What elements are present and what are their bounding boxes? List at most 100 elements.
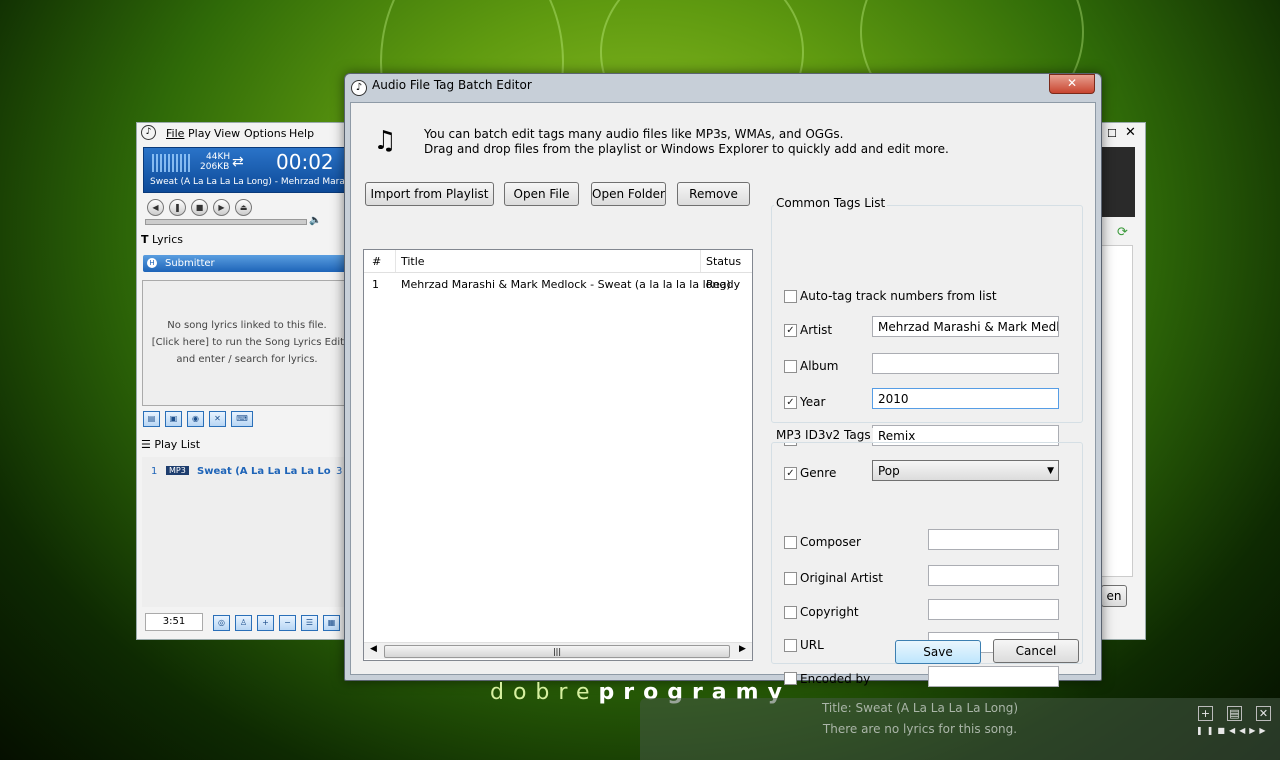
original-artist-checkbox[interactable] [784, 572, 797, 585]
lyrics-line[interactable]: [Click here] to run the Song Lyrics Edit… [143, 337, 363, 348]
spectrum-icon [152, 154, 192, 172]
partial-button[interactable]: en [1101, 585, 1127, 607]
year-field[interactable]: 2010 [872, 388, 1059, 409]
list-button[interactable]: ☰ [301, 615, 318, 631]
mini-controls[interactable]: ❚❚■◀◀▶▶ [1196, 726, 1270, 735]
dark-panel [1101, 147, 1135, 217]
menu-file[interactable]: File [166, 127, 184, 140]
lyrics-line: No song lyrics linked to this file. [167, 320, 327, 331]
playlist-tool-button[interactable]: ♙ [235, 615, 252, 631]
cancel-button[interactable]: Cancel [993, 639, 1079, 663]
encoded-by-field[interactable] [928, 666, 1059, 687]
lyrics-tool-button[interactable]: ◉ [187, 411, 204, 427]
elapsed-time: 00:02 [276, 150, 334, 174]
background-window: ☐ ✕ ⟳ en [1100, 122, 1146, 640]
lyrics-box[interactable]: No song lyrics linked to this file. [Cli… [142, 280, 354, 406]
menu-view[interactable]: View [214, 127, 240, 140]
grid-button[interactable]: ▦ [323, 615, 340, 631]
music-note-icon: ♪ [351, 80, 367, 96]
lyrics-tool-button[interactable]: ✕ [209, 411, 226, 427]
scroll-left-icon[interactable]: ◀ [370, 644, 377, 654]
original-artist-field[interactable] [928, 565, 1059, 586]
volume-icon[interactable]: 🔈 [309, 215, 321, 226]
file-list[interactable]: # Title Status 1 Mehrzad Marashi & Mark … [363, 249, 753, 661]
remove-file-button[interactable]: Remove [677, 182, 750, 206]
seek-bar[interactable] [145, 219, 307, 225]
scroll-thumb[interactable]: ||| [384, 645, 730, 658]
artist-checkbox[interactable]: ✓ [784, 324, 797, 337]
autotag-checkbox[interactable] [784, 290, 797, 303]
scroll-right-icon[interactable]: ▶ [739, 644, 746, 654]
col-title-header[interactable]: Title [401, 255, 425, 268]
pin-icon[interactable]: + [1198, 706, 1213, 721]
add-button[interactable]: + [257, 615, 274, 631]
composer-checkbox[interactable] [784, 536, 797, 549]
list-header: # Title Status [364, 250, 752, 273]
window-icon[interactable]: ▤ [1227, 706, 1242, 721]
row-title: Mehrzad Marashi & Mark Medlock - Sweat (… [401, 278, 731, 291]
playlist-header-label: Play List [154, 438, 201, 451]
save-button-main[interactable]: Save [895, 640, 981, 664]
prev-button[interactable]: ◀ [147, 199, 164, 216]
refresh-icon[interactable]: ⟳ [1117, 225, 1128, 240]
close-icon[interactable]: ✕ [1256, 706, 1271, 721]
playlist: 1 MP3 Sweat (A La La La La Lo 3 [142, 457, 350, 607]
maximize-icon[interactable]: ☐ [1107, 127, 1117, 140]
brand-light: dobre [490, 680, 599, 705]
notification-message: There are no lyrics for this song. [822, 722, 1018, 736]
col-status-header[interactable]: Status [706, 255, 741, 268]
pause-button[interactable]: ❚ [169, 199, 186, 216]
lyrics-tool-button[interactable]: ▤ [143, 411, 160, 427]
playlist-section-header: ☰ Play List [141, 438, 200, 451]
player-window: ♪ File Play View Options Help 44KH 206KB… [136, 122, 354, 640]
lyrics-header-label: Lyrics [152, 233, 184, 246]
lyrics-line: and enter / search for lyrics. [176, 354, 318, 365]
eject-button[interactable]: ⏏ [235, 199, 252, 216]
playlist-item-num: 1 [151, 466, 158, 477]
playlist-item-title[interactable]: Sweat (A La La La La Lo [197, 466, 331, 477]
bitrate: 206KB [200, 162, 230, 172]
id3v2-group [771, 442, 1083, 664]
col-num-header[interactable]: # [372, 255, 381, 268]
playlist-tool-button[interactable]: ◎ [213, 615, 230, 631]
dialog-title: Audio File Tag Batch Editor [372, 78, 532, 92]
menu-help[interactable]: Help [289, 127, 314, 140]
repeat-icon: ⇄ [232, 154, 244, 170]
artist-field[interactable]: Mehrzad Marashi & Mark Medlock [872, 316, 1059, 337]
open-file-button[interactable]: Open File [504, 182, 579, 206]
url-checkbox[interactable] [784, 639, 797, 652]
lyrics-tool-button[interactable]: ⌨ [231, 411, 253, 427]
copyright-checkbox[interactable] [784, 606, 797, 619]
next-button[interactable]: ▶ [213, 199, 230, 216]
year-checkbox[interactable]: ✓ [784, 396, 797, 409]
playlist-icon: ☰ [141, 438, 151, 451]
stop-button[interactable]: ■ [191, 199, 208, 216]
close-icon[interactable]: ✕ [1125, 125, 1136, 140]
submitter-bar[interactable]: H Submitter [143, 255, 347, 272]
menu-options[interactable]: Options [244, 127, 286, 140]
common-tags-title: Common Tags List [774, 196, 888, 210]
open-folder-button[interactable]: Open Folder [591, 182, 666, 206]
table-row[interactable]: 1 Mehrzad Marashi & Mark Medlock - Sweat… [364, 274, 752, 294]
column-divider [395, 250, 396, 272]
copyright-field[interactable] [928, 599, 1059, 620]
intro-line-1: You can batch edit tags many audio files… [424, 127, 844, 141]
import-from-playlist-button[interactable]: Import from Playlist [365, 182, 494, 206]
now-playing-notification: Title: Sweat (A La La La La Long) There … [640, 698, 1280, 760]
intro-line-2: Drag and drop files from the playlist or… [424, 142, 949, 156]
artist-label: Artist [800, 323, 833, 337]
lyrics-tool-button[interactable]: ▣ [165, 411, 182, 427]
original-artist-label: Original Artist [800, 571, 883, 585]
notification-title: Title: Sweat (A La La La La Long) [821, 701, 1019, 715]
remove-button[interactable]: − [279, 615, 296, 631]
album-field[interactable] [872, 353, 1059, 374]
menu-play[interactable]: Play [188, 127, 211, 140]
playlist-item-extra: 3 [336, 466, 343, 477]
horizontal-scrollbar[interactable]: ◀ ||| ▶ [364, 642, 752, 659]
id3v2-title: MP3 ID3v2 Tags [774, 428, 873, 442]
composer-field[interactable] [928, 529, 1059, 550]
duration-field: 3:51 [145, 613, 203, 631]
playlist-item-format: MP3 [166, 466, 189, 475]
album-checkbox[interactable] [784, 360, 797, 373]
close-button[interactable]: ✕ [1049, 74, 1095, 94]
